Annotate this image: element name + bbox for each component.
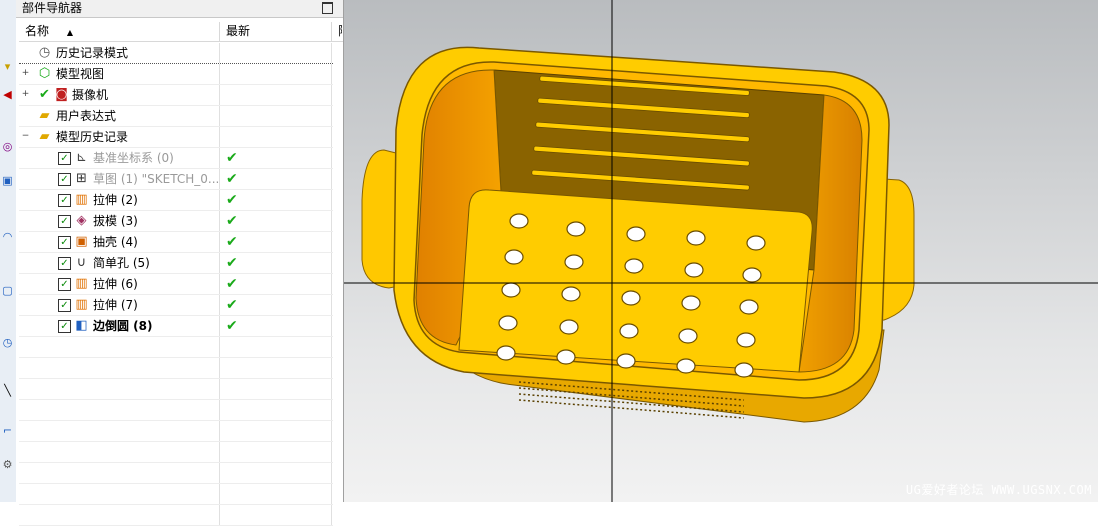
feature-row[interactable]: ✓ ▥ 拉伸 (6) ✔	[19, 274, 333, 295]
watermark: UG爱好者论坛 WWW.UGSNX.COM	[905, 483, 1092, 497]
feature-label: 基准坐标系 (0)	[93, 151, 174, 165]
visibility-checkbox[interactable]: ✓	[58, 299, 71, 312]
maximize-icon[interactable]	[322, 2, 333, 14]
feature-row[interactable]: ✓ ∪ 简单孔 (5) ✔	[19, 253, 333, 274]
clock-icon[interactable]: ◷	[1, 336, 14, 350]
pin-icon[interactable]: ▾	[1, 60, 14, 74]
web-icon[interactable]: ◠	[1, 230, 14, 244]
tree-item-model-views[interactable]: + ⬡ 模型视图	[19, 64, 333, 85]
feature-row[interactable]: ✓ ▥ 拉伸 (2) ✔	[19, 190, 333, 211]
tree-item-label: 模型视图	[56, 67, 105, 81]
empty-row	[19, 442, 333, 463]
feature-row[interactable]: ✓ ▥ 拉伸 (7) ✔	[19, 295, 333, 316]
camera-icon: ◙	[55, 87, 68, 102]
column-header: 名称 ▲ 最新 附	[19, 22, 343, 42]
feature-label: 抽壳 (4)	[93, 235, 138, 249]
visibility-checkbox[interactable]: ✓	[58, 194, 71, 207]
panel-titlebar: 部件导航器	[16, 0, 343, 18]
target-icon[interactable]: ◎	[1, 140, 14, 154]
tree-item-user-expressions[interactable]: ▰ 用户表达式	[19, 106, 333, 127]
sort-ascending-icon: ▲	[66, 28, 73, 37]
feature-label: 拉伸 (6)	[93, 277, 138, 291]
empty-row	[19, 400, 333, 421]
datum-csys-icon: ⊾	[76, 150, 87, 165]
measure-icon[interactable]: ╲	[1, 384, 14, 398]
tree-item-history-mode[interactable]: ◷ 历史记录模式	[19, 43, 333, 64]
expand-icon[interactable]: +	[21, 69, 30, 78]
edge-blend-icon: ◧	[75, 318, 88, 333]
sketch-icon: ⊞	[76, 171, 87, 186]
expand-icon[interactable]: +	[21, 90, 30, 99]
feature-label: 边倒圆 (8)	[93, 319, 153, 333]
graphics-viewport[interactable]: UG爱好者论坛 WWW.UGSNX.COM	[344, 0, 1098, 502]
feature-row[interactable]: ✓ ◧ 边倒圆 (8) ✔	[19, 316, 333, 337]
check-icon: ✔	[39, 87, 50, 102]
extrude-icon: ▥	[75, 297, 88, 312]
visibility-checkbox[interactable]: ✓	[58, 152, 71, 165]
tree-item-label: 用户表达式	[56, 109, 117, 123]
resource-bar: ▾ ◀ ◎ ▣ ◠ ▢ ◷ ╲ ⌐ ⚙	[0, 0, 17, 502]
visibility-checkbox[interactable]: ✓	[58, 320, 71, 333]
latest-check-icon: ✔	[226, 318, 238, 334]
visibility-checkbox[interactable]: ✓	[58, 215, 71, 228]
latest-check-icon: ✔	[226, 213, 238, 229]
visibility-checkbox[interactable]: ✓	[58, 173, 71, 186]
column-latest[interactable]: 最新	[220, 22, 332, 41]
tree-item-cameras[interactable]: + ✔ ◙ 摄像机	[19, 85, 333, 106]
collapse-icon[interactable]: −	[21, 132, 30, 141]
feature-row[interactable]: ✓ ⊾ 基准坐标系 (0) ✔	[19, 148, 333, 169]
empty-row	[19, 505, 333, 526]
empty-row	[19, 358, 333, 379]
feature-label: 拔模 (3)	[93, 214, 138, 228]
assembly-icon[interactable]: ▣	[1, 174, 14, 188]
part-icon[interactable]: ▢	[1, 284, 14, 298]
feature-label: 拉伸 (7)	[93, 298, 138, 312]
visibility-checkbox[interactable]: ✓	[58, 278, 71, 291]
empty-row	[19, 379, 333, 400]
part-navigator: 部件导航器 名称 ▲ 最新 附 ◷ 历史记录模式 + ⬡ 模型视图	[16, 0, 360, 526]
folder-open-icon: ▰	[39, 129, 50, 144]
tree-item-label: 模型历史记录	[56, 130, 129, 144]
feature-row[interactable]: ✓ ⊞ 草图 (1) "SKETCH_0... ✔	[19, 169, 333, 190]
latest-check-icon: ✔	[226, 192, 238, 208]
draft-icon: ◈	[76, 213, 87, 228]
clock-icon: ◷	[38, 45, 51, 60]
settings-icon[interactable]: ⚙	[1, 458, 14, 472]
tree-item-label: 摄像机	[72, 88, 109, 102]
column-latest-label: 最新	[226, 24, 251, 38]
latest-check-icon: ✔	[226, 297, 238, 313]
feature-label: 简单孔 (5)	[93, 256, 150, 270]
feature-row[interactable]: ✓ ◈ 拔模 (3) ✔	[19, 211, 333, 232]
empty-row	[19, 337, 333, 358]
visibility-checkbox[interactable]: ✓	[58, 257, 71, 270]
extrude-icon: ▥	[75, 192, 88, 207]
role-icon[interactable]: ⌐	[1, 424, 14, 438]
column-extra[interactable]: 附	[332, 22, 342, 41]
column-name-label: 名称	[25, 24, 50, 38]
column-extra-label: 附	[338, 24, 342, 38]
latest-check-icon: ✔	[226, 255, 238, 271]
basket-model	[344, 0, 1098, 502]
column-name[interactable]: 名称 ▲	[19, 22, 220, 41]
feature-label: 草图 (1) "SKETCH_0...	[93, 172, 220, 186]
latest-check-icon: ✔	[226, 171, 238, 187]
extrude-icon: ▥	[75, 276, 88, 291]
feature-label: 拉伸 (2)	[93, 193, 138, 207]
shell-icon: ▣	[75, 234, 88, 249]
empty-row	[19, 421, 333, 442]
latest-check-icon: ✔	[226, 276, 238, 292]
tree-list: ◷ 历史记录模式 + ⬡ 模型视图 + ✔ ◙ 摄像机 ▰ 用户表达式 − ▰ …	[19, 43, 333, 526]
latest-check-icon: ✔	[226, 150, 238, 166]
panel-title: 部件导航器	[22, 1, 83, 15]
constraint-icon[interactable]: ◀	[1, 88, 14, 102]
tree-item-model-history[interactable]: − ▰ 模型历史记录	[19, 127, 333, 148]
latest-check-icon: ✔	[226, 234, 238, 250]
hole-icon: ∪	[76, 255, 87, 270]
empty-row	[19, 463, 333, 484]
tree-item-label: 历史记录模式	[56, 46, 129, 60]
feature-row[interactable]: ✓ ▣ 抽壳 (4) ✔	[19, 232, 333, 253]
views-icon: ⬡	[38, 66, 51, 81]
visibility-checkbox[interactable]: ✓	[58, 236, 71, 249]
folder-icon: ▰	[39, 108, 50, 123]
